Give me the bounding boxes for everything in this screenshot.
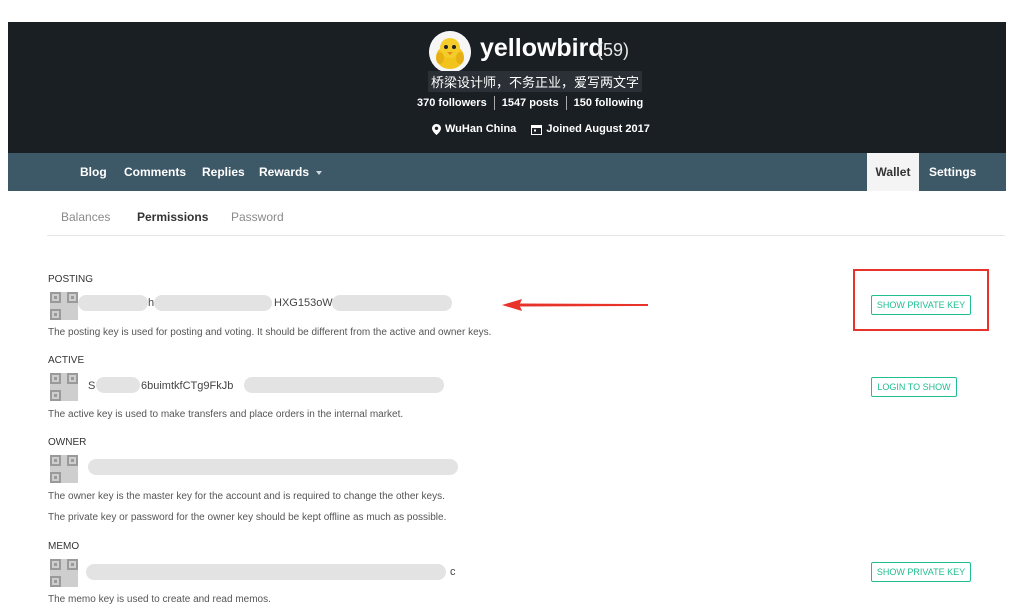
nav-replies[interactable]: Replies: [202, 165, 245, 179]
username: yellowbird: [480, 34, 604, 62]
posting-key-fragment: HXG153oW: [274, 297, 333, 309]
owner-label: OWNER: [48, 437, 87, 448]
posting-qr-icon[interactable]: [50, 292, 78, 320]
reputation-score: (59): [597, 40, 630, 60]
location-pin-icon: [432, 123, 441, 135]
redaction-blur: [244, 377, 444, 393]
nav-comments[interactable]: Comments: [124, 165, 186, 179]
owner-qr-icon[interactable]: [50, 455, 78, 483]
profile-stats: 370 followers 1547 posts 150 following: [417, 96, 643, 110]
followers-count[interactable]: 370 followers: [417, 97, 487, 109]
subtab-password[interactable]: Password: [231, 210, 284, 224]
memo-label: MEMO: [48, 541, 80, 552]
posting-label: POSTING: [48, 274, 94, 285]
redaction-blur: [86, 564, 446, 580]
active-key-fragment: 6buimtkfCTg9FkJb: [141, 380, 234, 392]
redaction-blur: [78, 295, 148, 311]
redaction-blur: [332, 295, 452, 311]
nav-rewards[interactable]: Rewards: [259, 165, 323, 179]
redaction-blur: [88, 459, 458, 475]
subtab-permissions[interactable]: Permissions: [137, 210, 208, 224]
location-text: WuHan China: [445, 123, 517, 135]
nav-blog[interactable]: Blog: [80, 165, 107, 179]
stats-divider: [493, 96, 495, 110]
memo-qr-icon[interactable]: [50, 559, 78, 587]
memo-key-fragment: c: [450, 566, 456, 578]
profile-tagline: 桥梁设计师，不务正业，爱写两文字: [428, 71, 643, 92]
memo-description: The memo key is used to create and read …: [48, 594, 271, 605]
redaction-blur: [96, 377, 140, 393]
calendar-icon: [531, 124, 543, 135]
show-private-key-button[interactable]: SHOW PRIVATE KEY: [871, 562, 971, 582]
nav-wallet[interactable]: Wallet: [867, 153, 919, 191]
redaction-blur: [154, 295, 272, 311]
subtab-balances[interactable]: Balances: [61, 210, 110, 224]
joined-date: Joined August 2017: [531, 123, 650, 135]
active-qr-icon[interactable]: [50, 373, 78, 401]
nav-rewards-label: Rewards: [259, 165, 310, 179]
avatar[interactable]: [429, 31, 471, 73]
posts-count: 1547 posts: [501, 96, 559, 109]
active-description: The active key is used to make transfers…: [48, 409, 404, 420]
joined-text: Joined August 2017: [546, 123, 650, 135]
following-count[interactable]: 150 following: [574, 97, 644, 109]
active-label: ACTIVE: [48, 355, 85, 366]
annotation-arrow-icon: [502, 299, 648, 311]
subtab-divider: [47, 235, 1005, 236]
stats-divider: [565, 96, 567, 110]
annotation-highlight-box: [853, 269, 989, 331]
login-to-show-button[interactable]: LOGIN TO SHOW: [871, 377, 957, 397]
profile-meta: WuHan China Joined August 2017: [432, 123, 662, 138]
posting-description: The posting key is used for posting and …: [48, 327, 492, 338]
nav-settings[interactable]: Settings: [929, 165, 976, 179]
chevron-down-icon: [316, 170, 323, 175]
active-key-fragment: S: [88, 380, 96, 392]
owner-description: The owner key is the master key for the …: [48, 491, 445, 502]
owner-description-2: The private key or password for the owne…: [48, 512, 447, 523]
bird-avatar-icon: [429, 31, 471, 73]
location: WuHan China: [432, 123, 516, 135]
